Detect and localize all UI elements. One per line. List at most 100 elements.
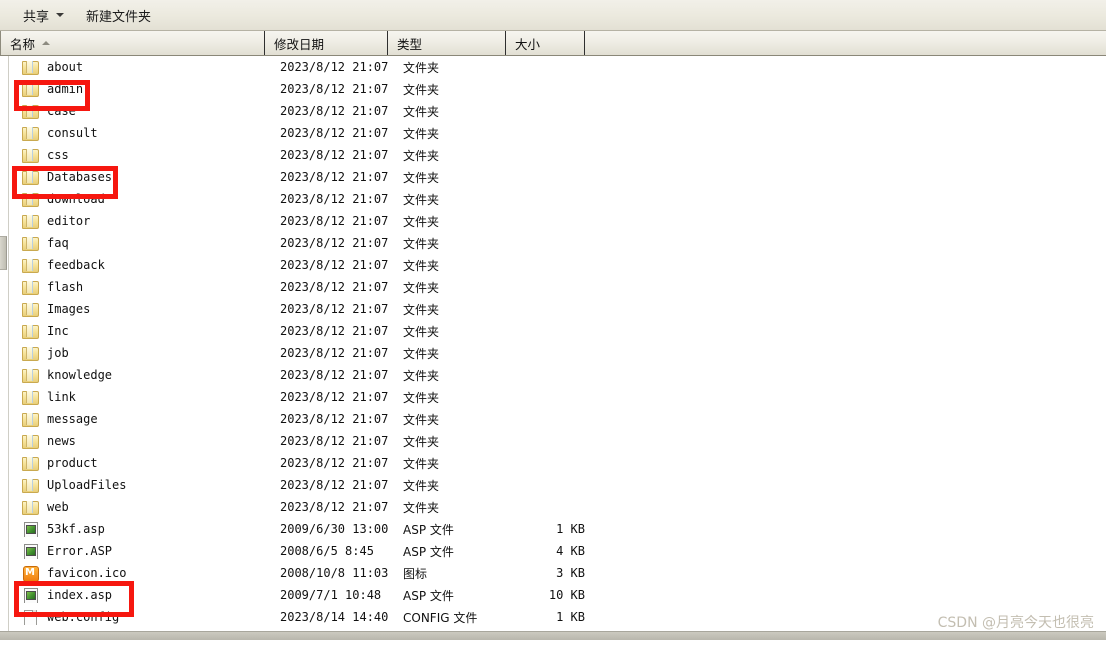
file-row[interactable]: knowledge 2023/8/12 21:07 文件夹 — [10, 364, 1106, 386]
file-row-name-cell[interactable]: web.config — [10, 609, 275, 625]
file-row-name-label: about — [47, 60, 84, 74]
document-icon — [22, 609, 38, 625]
file-row[interactable]: Databases 2023/8/12 21:07 文件夹 — [10, 166, 1106, 188]
file-row-type-cell: 文件夹 — [403, 390, 440, 405]
file-row-name-label: web — [47, 500, 69, 514]
file-row[interactable]: web 2023/8/12 21:07 文件夹 — [10, 496, 1106, 518]
folder-icon — [22, 213, 39, 229]
file-row-name-cell[interactable]: message — [10, 411, 275, 427]
column-header-filler[interactable] — [585, 31, 1106, 55]
file-row[interactable]: UploadFiles 2023/8/12 21:07 文件夹 — [10, 474, 1106, 496]
file-row-date-cell: 2023/8/12 21:07 — [280, 302, 389, 316]
file-row[interactable]: editor 2023/8/12 21:07 文件夹 — [10, 210, 1106, 232]
file-row-type-cell: 文件夹 — [403, 170, 440, 185]
file-row[interactable]: 53kf.asp 2009/6/30 13:00 ASP 文件 1 KB — [10, 518, 1106, 540]
file-row-name-cell[interactable]: Images — [10, 301, 275, 317]
file-row-type-cell: 文件夹 — [403, 434, 440, 449]
file-row-name-label: admin — [47, 82, 84, 96]
ico-file-icon — [22, 565, 39, 581]
folder-icon — [22, 235, 39, 251]
file-row[interactable]: flash 2023/8/12 21:07 文件夹 — [10, 276, 1106, 298]
column-header-size[interactable]: 大小 — [506, 31, 585, 55]
folder-icon — [22, 367, 39, 383]
file-row[interactable]: job 2023/8/12 21:07 文件夹 — [10, 342, 1106, 364]
file-row-name-label: Databases — [47, 170, 113, 184]
file-row[interactable]: consult 2023/8/12 21:07 文件夹 — [10, 122, 1106, 144]
chevron-down-icon[interactable] — [56, 13, 65, 17]
file-row-name-cell[interactable]: news — [10, 433, 275, 449]
file-row-date-cell: 2023/8/12 21:07 — [280, 434, 389, 448]
file-row-name-label: web.config — [47, 610, 120, 624]
file-row[interactable]: about 2023/8/12 21:07 文件夹 — [10, 56, 1106, 78]
file-row-name-cell[interactable]: feedback — [10, 257, 275, 273]
window-bottom-bar — [0, 631, 1106, 640]
file-row[interactable]: Images 2023/8/12 21:07 文件夹 — [10, 298, 1106, 320]
file-row-date-cell: 2023/8/12 21:07 — [280, 324, 389, 338]
file-row-name-cell[interactable]: css — [10, 147, 275, 163]
file-row[interactable]: product 2023/8/12 21:07 文件夹 — [10, 452, 1106, 474]
file-row[interactable]: Error.ASP 2008/6/5 8:45 ASP 文件 4 KB — [10, 540, 1106, 562]
new-folder-button[interactable]: 新建文件夹 — [79, 4, 158, 26]
folder-icon — [22, 477, 39, 493]
file-row-name-cell[interactable]: 53kf.asp — [10, 521, 275, 537]
file-row-name-cell[interactable]: editor — [10, 213, 275, 229]
file-row-name-cell[interactable]: about — [10, 59, 275, 75]
file-row[interactable]: css 2023/8/12 21:07 文件夹 — [10, 144, 1106, 166]
navigation-pane-splitter[interactable] — [0, 236, 7, 270]
file-row[interactable]: faq 2023/8/12 21:07 文件夹 — [10, 232, 1106, 254]
file-row-name-cell[interactable]: admin — [10, 81, 275, 97]
file-row[interactable]: Inc 2023/8/12 21:07 文件夹 — [10, 320, 1106, 342]
file-row-name-cell[interactable]: Inc — [10, 323, 275, 339]
column-header-type[interactable]: 类型 — [388, 31, 506, 55]
column-header-name[interactable]: 名称 — [0, 31, 265, 55]
file-row-type-cell: 文件夹 — [403, 192, 440, 207]
file-row-date-cell: 2009/6/30 13:00 — [280, 522, 389, 536]
file-row-name-cell[interactable]: index.asp — [10, 587, 275, 603]
file-row[interactable]: index.asp 2009/7/1 10:48 ASP 文件 10 KB — [10, 584, 1106, 606]
new-folder-button-label: 新建文件夹 — [86, 9, 152, 25]
folder-icon — [22, 301, 39, 317]
file-row[interactable]: admin 2023/8/12 21:07 文件夹 — [10, 78, 1106, 100]
file-row[interactable]: favicon.ico 2008/10/8 11:03 图标 3 KB — [10, 562, 1106, 584]
file-row-name-cell[interactable]: case — [10, 103, 275, 119]
file-row[interactable]: link 2023/8/12 21:07 文件夹 — [10, 386, 1106, 408]
file-row-type-cell: 文件夹 — [403, 126, 440, 141]
file-row-name-cell[interactable]: UploadFiles — [10, 477, 275, 493]
column-header-date-modified[interactable]: 修改日期 — [265, 31, 388, 55]
file-row[interactable]: feedback 2023/8/12 21:07 文件夹 — [10, 254, 1106, 276]
file-row-name-cell[interactable]: consult — [10, 125, 275, 141]
file-row-name-cell[interactable]: Databases — [10, 169, 275, 185]
asp-file-icon — [22, 587, 38, 603]
file-row-name-label: flash — [47, 280, 84, 294]
file-row-name-cell[interactable]: Error.ASP — [10, 543, 275, 559]
folder-icon — [22, 103, 39, 119]
file-row-name-label: Inc — [47, 324, 69, 338]
file-row-name-cell[interactable]: product — [10, 455, 275, 471]
file-row[interactable]: web.config 2023/8/14 14:40 CONFIG 文件 1 KB — [10, 606, 1106, 628]
file-row-name-cell[interactable]: favicon.ico — [10, 565, 275, 581]
explorer-window: 共享 新建文件夹 名称 修改日期 类型 大小 about 2023/8/12 21… — [0, 0, 1106, 648]
file-row[interactable]: case 2023/8/12 21:07 文件夹 — [10, 100, 1106, 122]
file-row-name-label: knowledge — [47, 368, 113, 382]
file-row-name-cell[interactable]: faq — [10, 235, 275, 251]
file-row[interactable]: download 2023/8/12 21:07 文件夹 — [10, 188, 1106, 210]
file-row-name-label: index.asp — [47, 588, 113, 602]
file-row-date-cell: 2023/8/12 21:07 — [280, 412, 389, 426]
file-row-size-cell: 3 KB — [556, 566, 585, 580]
file-row-name-cell[interactable]: job — [10, 345, 275, 361]
file-row-name-label: UploadFiles — [47, 478, 127, 492]
file-row-name-label: case — [47, 104, 76, 118]
file-list[interactable]: about 2023/8/12 21:07 文件夹 admin 2023/8/12 21… — [10, 56, 1106, 631]
file-row-type-cell: ASP 文件 — [403, 544, 454, 559]
file-row-type-cell: 文件夹 — [403, 478, 440, 493]
share-button[interactable]: 共享 — [16, 4, 71, 26]
file-row-name-cell[interactable]: knowledge — [10, 367, 275, 383]
file-row-name-cell[interactable]: download — [10, 191, 275, 207]
file-row-name-cell[interactable]: flash — [10, 279, 275, 295]
file-row[interactable]: news 2023/8/12 21:07 文件夹 — [10, 430, 1106, 452]
file-row-name-label: consult — [47, 126, 98, 140]
file-row-name-cell[interactable]: web — [10, 499, 275, 515]
file-row[interactable]: message 2023/8/12 21:07 文件夹 — [10, 408, 1106, 430]
file-row-type-cell: 文件夹 — [403, 412, 440, 427]
file-row-name-cell[interactable]: link — [10, 389, 275, 405]
